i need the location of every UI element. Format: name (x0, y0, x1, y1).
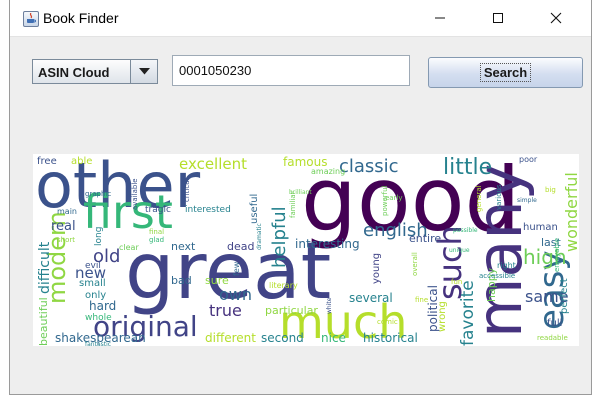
word-cloud-word: few (232, 261, 241, 276)
word-cloud-word: main (57, 207, 77, 216)
word-cloud-word: white (326, 297, 333, 314)
word-cloud-word: dramatic (256, 223, 263, 250)
word-cloud-word: fine (415, 296, 428, 304)
word-cloud-word: literary (269, 281, 298, 290)
word-cloud-word: general (475, 185, 483, 212)
word-cloud-word: brilliant (289, 189, 312, 196)
word-cloud-word: favorite (458, 280, 478, 346)
word-cloud-word: able (71, 156, 92, 167)
word-cloud-word: clear (119, 243, 139, 252)
word-cloud-word: different (205, 331, 256, 345)
word-cloud-word: enjoyable (553, 238, 561, 272)
dropdown-arrow-button[interactable] (130, 60, 157, 83)
word-cloud-word: historical (363, 331, 418, 345)
word-cloud-word: dead (227, 240, 254, 253)
word-cloud-word: fun (451, 278, 462, 286)
minimize-icon (435, 17, 445, 19)
source-dropdown[interactable]: ASIN Cloud (32, 59, 158, 84)
chevron-down-icon (138, 68, 150, 75)
word-cloud-word: bad (171, 274, 192, 287)
word-cloud-word: difficult (37, 241, 53, 294)
word-cloud-word: small (79, 278, 106, 289)
word-cloud-word: useful (249, 194, 260, 224)
word-cloud-word: critical (183, 179, 191, 202)
word-cloud-word: glad (149, 236, 164, 244)
word-cloud-word: free (37, 156, 57, 167)
word-cloud-word: comic (377, 318, 398, 326)
word-cloud-word: graphic (85, 190, 111, 198)
word-cloud-word: wrong (437, 301, 448, 332)
word-cloud-word: beautiful (37, 297, 50, 346)
word-cloud-word: various (495, 184, 503, 210)
word-cloud-word: perfect (559, 278, 570, 314)
word-cloud-word: sure (205, 274, 229, 287)
word-cloud-word: readable (537, 334, 568, 342)
word-cloud-word: available (131, 178, 139, 210)
word-cloud-word: simple (517, 197, 537, 204)
word-cloud-word: excellent (179, 155, 247, 173)
word-cloud-word: real (51, 219, 76, 234)
word-cloud-word: poor (519, 155, 538, 164)
source-selected-value: ASIN Cloud (38, 65, 110, 80)
word-cloud-word: human (523, 222, 558, 233)
word-cloud-word: early (385, 194, 403, 202)
word-cloud-word: classic (339, 156, 399, 177)
word-cloud-word: little (443, 155, 492, 180)
maximize-icon (493, 13, 503, 23)
asin-input[interactable] (172, 55, 410, 86)
word-cloud-word: wonderful (562, 172, 579, 252)
minimize-button[interactable] (417, 0, 463, 36)
word-cloud-word: entire (409, 232, 441, 245)
word-cloud-word: final (149, 228, 164, 236)
word-cloud-word: big (545, 186, 556, 194)
maximize-button[interactable] (475, 0, 521, 36)
word-cloud-word: short (57, 236, 75, 244)
window-title: Book Finder (43, 10, 119, 26)
word-cloud-word: several (349, 291, 393, 305)
word-cloud-word: hard (89, 299, 116, 313)
word-cloud-word: long (94, 227, 104, 246)
word-cloud-word: amazing (311, 167, 345, 176)
word-cloud-word: next (171, 240, 196, 253)
word-cloud-word: nice (321, 331, 346, 345)
word-cloud-word: particular (265, 304, 318, 317)
word-cloud-word: young (371, 253, 382, 284)
word-cloud-word: helpful (269, 206, 290, 268)
word-cloud-word: overall (411, 252, 419, 276)
word-cloud-word: interested (185, 205, 231, 215)
search-button-label: Search (479, 63, 532, 82)
word-cloud-word: right (497, 261, 516, 270)
title-bar: Book Finder (10, 0, 591, 37)
word-cloud-word: fantastic (85, 341, 111, 346)
word-cloud-word: interesting (295, 237, 360, 251)
word-cloud-word: accessible (479, 272, 515, 280)
word-cloud-word: second (261, 331, 304, 345)
word-cloud-word: full (547, 318, 562, 329)
close-icon (550, 12, 562, 24)
word-cloud-word: true (209, 301, 242, 320)
word-cloud-word: whole (85, 313, 112, 323)
word-cloud-canvas: goodgreatother manymuchfirstoriginalmoder… (35, 154, 579, 346)
close-button[interactable] (533, 0, 579, 36)
word-cloud-word: possible (453, 227, 478, 234)
search-button[interactable]: Search (428, 57, 583, 88)
word-cloud-word: evil (85, 261, 101, 271)
word-cloud-word: only (85, 290, 106, 301)
java-app-icon (23, 11, 39, 27)
word-cloud-word: unique (449, 247, 470, 254)
word-cloud-word: tragic (145, 205, 171, 215)
word-cloud-image: good great other many much first original moder… (33, 154, 579, 346)
